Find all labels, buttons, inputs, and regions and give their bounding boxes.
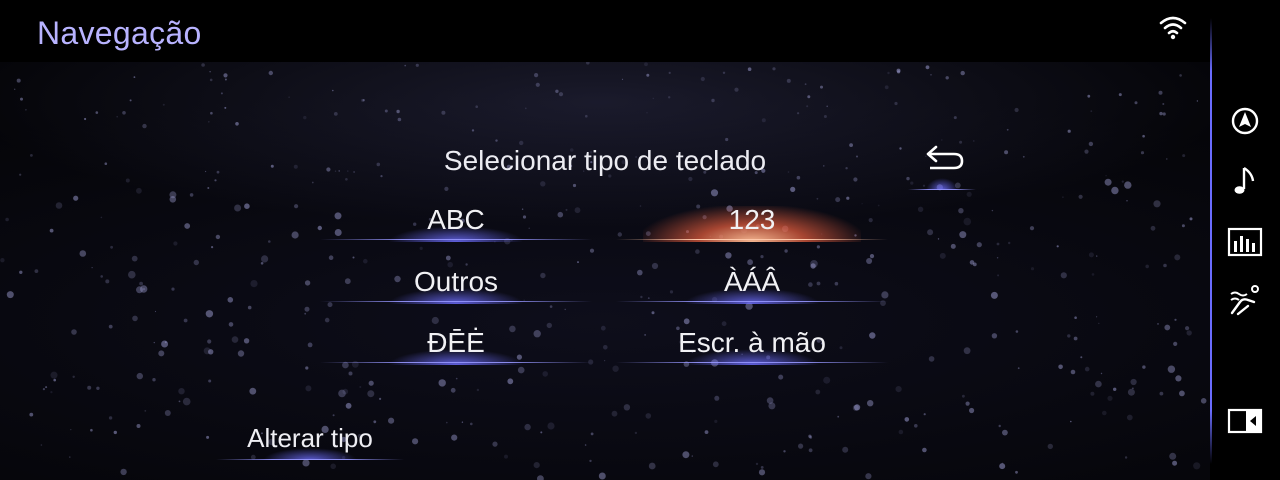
wifi-icon [1159,16,1187,40]
keyboard-option-accented-a[interactable]: ÀÁÂ [616,262,888,320]
back-button[interactable] [908,140,976,190]
panel-heading: Selecionar tipo de teclado [443,145,767,176]
option-label: Outros [413,266,499,297]
page-title: Navegação [37,15,202,51]
equalizer-icon[interactable] [1226,225,1264,259]
back-arrow-icon [926,145,964,170]
keyboard-option-123[interactable]: 123 [616,200,888,258]
side-rail-divider [1210,18,1212,464]
option-label: ÀÁÂ [723,266,781,297]
back-button-underline [908,189,976,190]
option-label: 123 [728,204,776,235]
header-bar: Navegação [0,0,1210,62]
navigation-compass-icon[interactable] [1226,104,1264,138]
navigation-screen: Navegação Selecionar tipo de teclado ABC [0,0,1280,480]
option-label: Escr. à mão [678,327,826,358]
option-label: ABC [427,204,485,235]
change-type-underline [216,459,404,460]
keyboard-option-handwriting[interactable]: Escr. à mão [616,323,888,381]
screen-split-icon[interactable] [1226,404,1264,438]
option-label: ĐĒĖ [427,327,485,358]
keyboard-option-accented-e[interactable]: ĐĒĖ [320,323,592,381]
keyboard-option-abc[interactable]: ABC [320,200,592,258]
change-type-label: Alterar tipo [247,423,373,453]
change-type-button[interactable]: Alterar tipo [216,418,404,464]
keyboard-option-outros[interactable]: Outros [320,262,592,320]
climate-seat-icon[interactable] [1226,284,1264,318]
music-note-icon[interactable] [1226,164,1264,198]
keyboard-type-panel: Selecionar tipo de teclado ABC 123 Outro… [0,0,1210,480]
